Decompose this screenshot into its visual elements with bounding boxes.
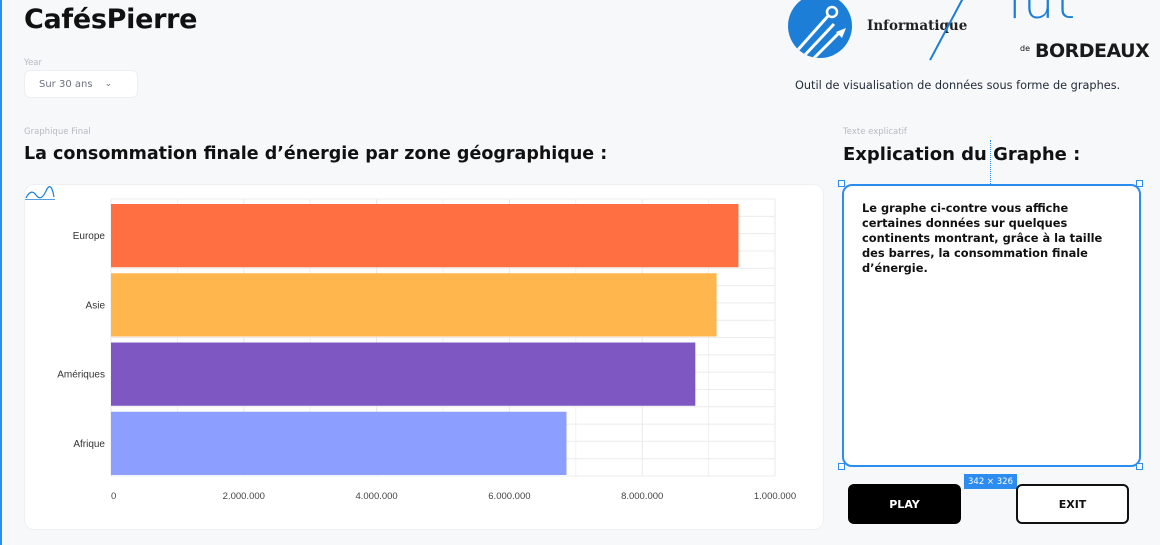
resize-handle-top-left[interactable] [838,180,845,187]
bar-amériques [111,342,696,406]
x-tick-label: 2.000.000 [223,491,265,502]
category-label: Amériques [57,370,105,381]
canvas-frame-edge [0,0,2,545]
size-badge: 342 × 326 [964,474,1017,489]
tagline: Outil de visualisation de données sous f… [795,79,1121,92]
category-label: Afrique [73,439,105,450]
year-filter-label: Year [24,58,42,68]
chart-logo-icon [25,186,55,200]
graph-title: La consommation finale d’énergie par zon… [24,144,608,164]
logo-city-text: BORDEAUX [1035,40,1150,62]
iut-logo-text: iut [1008,0,1077,30]
explanation-textbox[interactable]: Le graphe ci-contre vous affiche certain… [842,184,1141,467]
alignment-guide [990,140,991,184]
explanation-section-label: Texte explicatif [843,127,907,137]
x-tick-label: 8.000.000 [621,491,663,502]
chart-card: Europe Asie Amériques Afrique 0 2.000.000 4.00… [24,184,824,530]
x-tick-label: 4.000.000 [355,491,397,502]
resize-handle-top-right[interactable] [1136,180,1143,187]
x-tick-label: 0 [111,491,116,502]
x-tick-label: 6.000.000 [488,491,530,502]
informatique-logo-icon [788,0,852,58]
resize-handle-bottom-right[interactable] [1136,463,1143,470]
year-select-value: Sur 30 ans [39,78,93,90]
year-select[interactable]: Sur 30 ans ⌄ [24,70,138,98]
bar-afrique [111,411,567,475]
category-label: Asie [86,300,106,311]
bar-europe [111,204,739,268]
resize-handle-bottom-left[interactable] [838,463,845,470]
graph-section-label: Graphique Final [24,127,91,137]
chevron-down-icon: ⌄ [104,79,113,89]
category-label: Europe [73,231,106,242]
logo-de-text: de [1020,44,1030,53]
app-title: CafésPierre [24,4,198,35]
play-button[interactable]: PLAY [848,484,961,524]
explanation-title: Explication du Graphe : [843,144,1081,165]
exit-button[interactable]: EXIT [1016,484,1129,524]
x-tick-label: 1.000.000 [754,491,796,502]
bar-asie [111,273,717,337]
explanation-text: Le graphe ci-contre vous affiche certain… [862,201,1103,276]
bar-chart: Europe Asie Amériques Afrique 0 2.000.000 4.00… [57,198,796,502]
